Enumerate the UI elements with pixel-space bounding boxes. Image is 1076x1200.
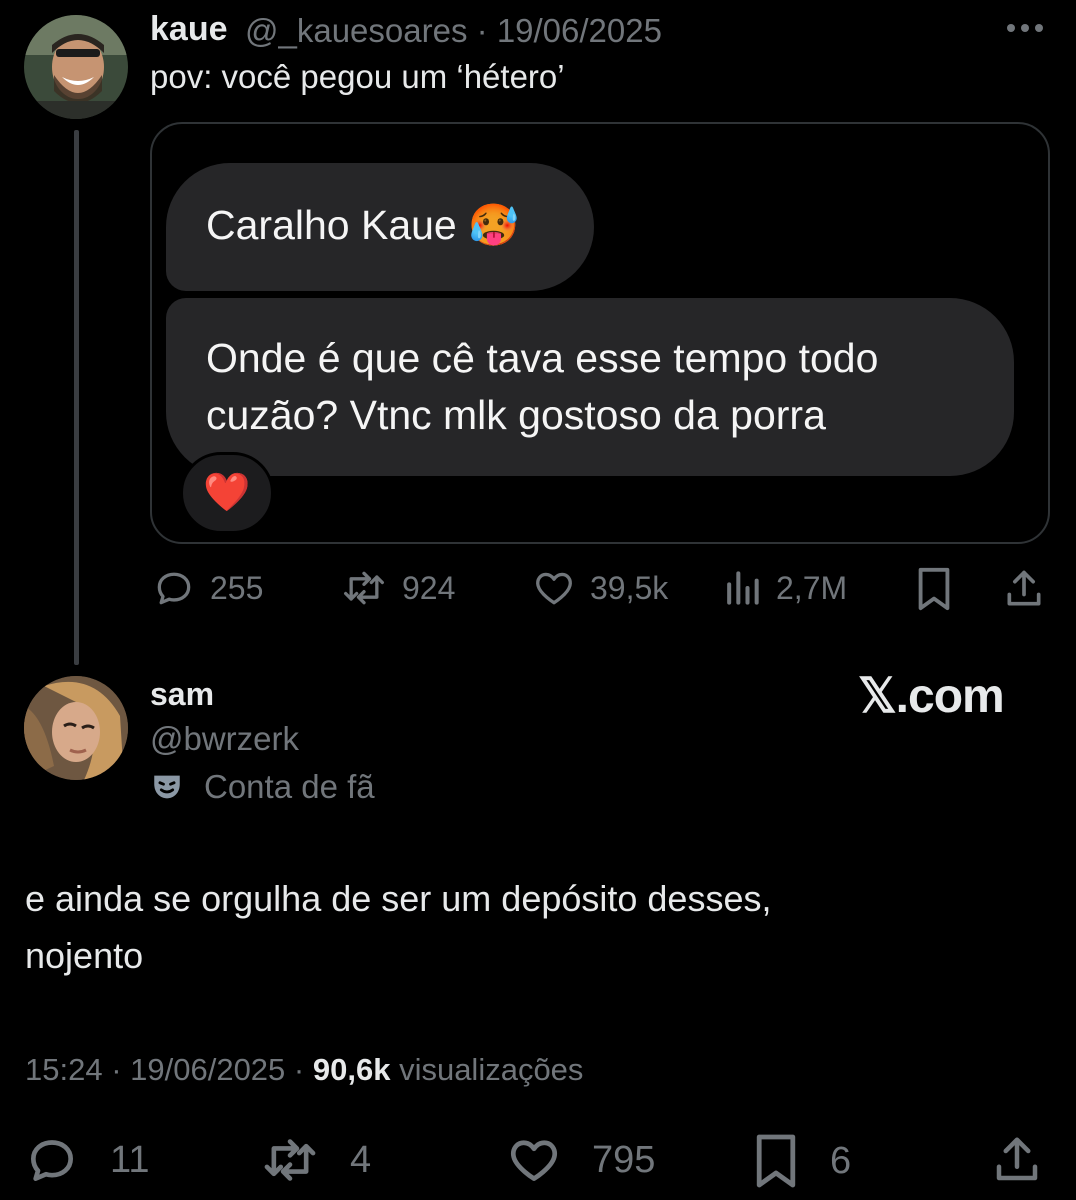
repost-count: 924 xyxy=(402,569,456,606)
reply-share-button[interactable] xyxy=(990,1132,1044,1188)
author-avatar-kaue[interactable] xyxy=(24,15,128,119)
chat-bubble-1: Caralho Kaue 🥵 xyxy=(166,163,594,291)
share-icon xyxy=(1007,570,1041,606)
reply-text-line2: nojento xyxy=(25,935,144,976)
share-button[interactable] xyxy=(1002,566,1046,612)
views-button[interactable]: 2,7M xyxy=(722,566,847,610)
bookmark-icon xyxy=(756,1134,796,1188)
heart-reaction-emoji: ❤️ xyxy=(203,472,251,514)
author-avatar-sam[interactable] xyxy=(24,676,128,780)
share-icon xyxy=(996,1137,1038,1181)
meta-separator: · xyxy=(111,1052,131,1087)
reply-repost-count: 4 xyxy=(350,1138,372,1181)
reply-text: e ainda se orgulha de ser um depósito de… xyxy=(25,870,925,984)
like-button[interactable]: 39,5k xyxy=(532,566,668,610)
reply-author-handle[interactable]: @bwrzerk xyxy=(150,720,299,758)
reply-like-button[interactable]: 795 xyxy=(506,1132,655,1188)
reply-bookmark-button[interactable]: 6 xyxy=(752,1132,851,1190)
more-options-icon[interactable] xyxy=(1005,18,1045,38)
reply-time[interactable]: 15:24 xyxy=(25,1052,103,1087)
heart-reaction: ❤️ xyxy=(180,452,274,534)
heart-icon xyxy=(510,1140,558,1181)
like-count: 39,5k xyxy=(590,569,669,606)
repost-icon xyxy=(344,571,384,605)
reply-author-name[interactable]: sam xyxy=(150,676,214,713)
chat-bubble-2-line1: Onde é que cê tava esse tempo todo xyxy=(206,335,879,381)
tweet-date[interactable]: 19/06/2025 xyxy=(497,12,662,49)
author-name[interactable]: kaue xyxy=(150,10,228,49)
reply-meta: 15:24 · 19/06/2025 · 90,6k visualizações xyxy=(25,1052,583,1088)
reply-bookmark-count: 6 xyxy=(830,1139,852,1182)
x-com-watermark: 𝕏.com xyxy=(858,670,1005,723)
repost-button[interactable]: 924 xyxy=(340,566,455,610)
reply-icon xyxy=(31,1140,73,1181)
meta-separator: · xyxy=(293,1052,313,1087)
masks-icon xyxy=(154,775,180,799)
reply-reply-count: 11 xyxy=(110,1138,150,1181)
reply-views-count: 90,6k xyxy=(312,1052,391,1087)
reply-count: 255 xyxy=(210,569,264,606)
author-handle[interactable]: @_kauesoares xyxy=(245,12,467,49)
reply-repost-button[interactable]: 4 xyxy=(260,1132,371,1188)
reply-button[interactable]: 255 xyxy=(152,566,263,610)
heart-icon xyxy=(536,572,572,605)
reply-date[interactable]: 19/06/2025 xyxy=(130,1052,285,1087)
chat-bubble-2: Onde é que cê tava esse tempo todo cuzão… xyxy=(166,298,1014,476)
repost-icon xyxy=(264,1139,316,1181)
fan-account-badge[interactable]: Conta de fã xyxy=(150,768,375,806)
author-meta: @_kauesoares · 19/06/2025 xyxy=(245,12,662,50)
reply-reply-button[interactable]: 11 xyxy=(24,1132,149,1188)
reply-icon xyxy=(157,572,191,605)
bookmark-button[interactable] xyxy=(914,566,954,612)
chat-bubble-2-line2: cuzão? Vtnc mlk gostoso da porra xyxy=(206,392,826,438)
reply-views-label: visualizações xyxy=(399,1052,584,1087)
thread-connector-line xyxy=(74,130,79,665)
fan-account-label: Conta de fã xyxy=(204,768,375,805)
bookmark-icon xyxy=(918,567,950,611)
tweet-text: pov: você pegou um ‘hétero’ xyxy=(150,58,565,95)
reply-text-line1: e ainda se orgulha de ser um depósito de… xyxy=(25,878,772,919)
views-count: 2,7M xyxy=(776,569,848,606)
analytics-icon xyxy=(727,571,759,605)
reply-like-count: 795 xyxy=(592,1138,656,1181)
meta-separator: · xyxy=(476,12,497,49)
